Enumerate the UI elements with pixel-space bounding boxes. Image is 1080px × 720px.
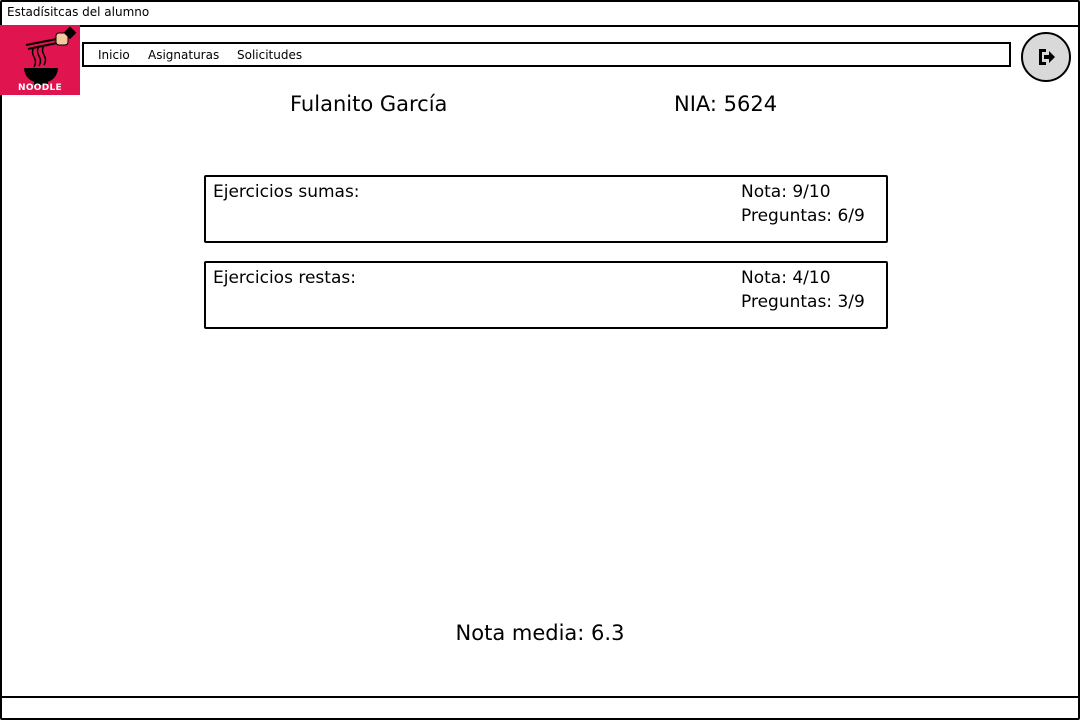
student-name: Fulanito García [290, 92, 448, 116]
nav-item-solicitudes[interactable]: Solicitudes [237, 48, 302, 62]
nav-bar: Inicio Asignaturas Solicitudes [82, 42, 1011, 67]
logout-button[interactable] [1021, 32, 1071, 82]
student-nia: NIA: 5624 [674, 92, 778, 116]
exercise-grade: Nota: 9/10 [741, 182, 831, 202]
app-window: Estadísitcas del alumno [0, 0, 1080, 720]
average-grade: Nota media: 6.3 [455, 621, 625, 645]
noodle-logo[interactable]: NOODLE [0, 25, 80, 95]
exercise-title: Ejercicios sumas: [213, 182, 360, 202]
exercise-grade: Nota: 4/10 [741, 268, 831, 288]
nav-item-asignaturas[interactable]: Asignaturas [148, 48, 219, 62]
exercise-questions: Preguntas: 6/9 [741, 206, 865, 226]
sign-out-icon [1039, 49, 1055, 65]
exercise-card-sumas: Ejercicios sumas: Nota: 9/10 Preguntas: … [204, 175, 888, 243]
nav-item-inicio[interactable]: Inicio [98, 48, 130, 62]
footer-divider [2, 696, 1078, 698]
title-bar: Estadísitcas del alumno [2, 2, 1078, 27]
exercise-questions: Preguntas: 3/9 [741, 292, 865, 312]
exercise-card-restas: Ejercicios restas: Nota: 4/10 Preguntas:… [204, 261, 888, 329]
window-title: Estadísitcas del alumno [7, 5, 150, 19]
logo-text: NOODLE [18, 83, 62, 93]
exercise-title: Ejercicios restas: [213, 268, 356, 288]
